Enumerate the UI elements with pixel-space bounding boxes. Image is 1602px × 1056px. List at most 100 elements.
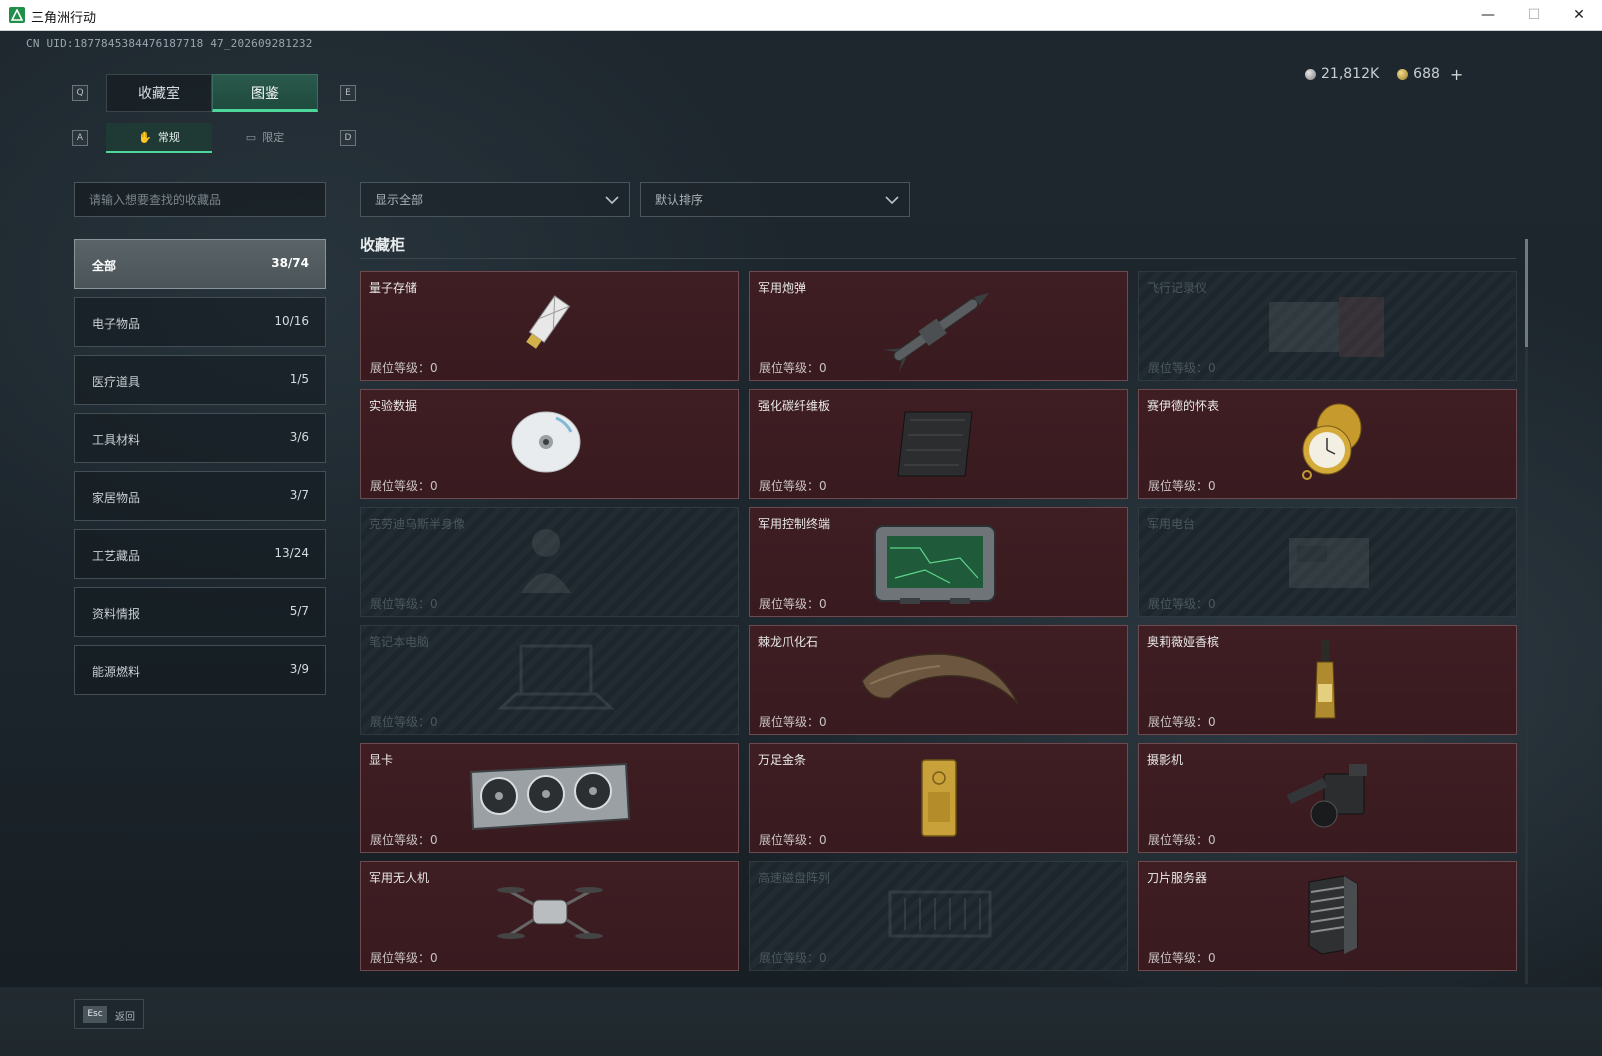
item-level: 展位等级：0 <box>370 597 438 611</box>
filter-dropdown[interactable]: 显示全部 <box>360 182 630 217</box>
item-level: 展位等级：0 <box>370 479 438 493</box>
item-name: 高速磁盘阵列 <box>758 871 831 885</box>
item-level: 展位等级：0 <box>1148 951 1216 965</box>
item-level: 展位等级：0 <box>1148 479 1216 493</box>
item-level: 展位等级：0 <box>370 833 438 847</box>
collection-card[interactable]: 量子存储 展位等级：0 <box>360 271 739 381</box>
footer-bar: Esc 返回 <box>0 987 1602 1056</box>
category-name: 电子物品 <box>92 317 141 331</box>
collection-card[interactable]: 棘龙爪化石 展位等级：0 <box>749 625 1128 735</box>
item-name: 量子存储 <box>369 281 418 295</box>
item-level: 展位等级：0 <box>1148 833 1216 847</box>
tab-collection-room[interactable]: 收藏室 <box>106 74 212 112</box>
category-medical[interactable]: 医疗道具 1/5 <box>74 355 326 405</box>
category-tools[interactable]: 工具材料 3/6 <box>74 413 326 463</box>
silver-coin-icon <box>1305 68 1316 80</box>
chevron-down-icon <box>605 196 619 205</box>
collection-card[interactable]: 克劳迪乌斯半身像 展位等级：0 <box>360 507 739 617</box>
item-name: 实验数据 <box>369 399 418 413</box>
collection-card[interactable]: 军用无人机 展位等级：0 <box>360 861 739 971</box>
category-count: 38/74 <box>271 256 309 270</box>
add-currency-button[interactable]: + <box>1450 65 1463 84</box>
item-name: 强化碳纤维板 <box>758 399 831 413</box>
category-energy[interactable]: 能源燃料 3/9 <box>74 645 326 695</box>
back-label: 返回 <box>115 1012 135 1023</box>
collection-card[interactable]: 显卡 展位等级：0 <box>360 743 739 853</box>
category-count: 3/7 <box>289 488 309 502</box>
collection-card[interactable]: 摄影机 展位等级：0 <box>1138 743 1517 853</box>
gold-currency: 688 <box>1397 66 1440 82</box>
filter-dropdown-value: 显示全部 <box>375 193 424 207</box>
main-tabs: 收藏室 图鉴 <box>106 74 318 112</box>
item-level: 展位等级：0 <box>759 361 827 375</box>
item-level: 展位等级：0 <box>370 715 438 729</box>
category-electronics[interactable]: 电子物品 10/16 <box>74 297 326 347</box>
item-level: 展位等级：0 <box>370 361 438 375</box>
item-level: 展位等级：0 <box>759 715 827 729</box>
item-name: 摄影机 <box>1147 753 1184 767</box>
item-level: 展位等级：0 <box>759 597 827 611</box>
sort-dropdown-value: 默认排序 <box>655 193 704 207</box>
item-name: 显卡 <box>369 753 394 767</box>
collection-card[interactable]: 赛伊德的怀表 展位等级：0 <box>1138 389 1517 499</box>
collection-card[interactable]: 军用控制终端 展位等级：0 <box>749 507 1128 617</box>
user-uid: CN UID:1877845384476187718 47_2026092812… <box>26 37 313 50</box>
back-button[interactable]: Esc 返回 <box>74 999 144 1029</box>
grid-scrollbar[interactable] <box>1525 239 1528 984</box>
collection-card[interactable]: 高速磁盘阵列 展位等级：0 <box>749 861 1128 971</box>
category-sidebar: 全部 38/74 电子物品 10/16 医疗道具 1/5 工具材料 3/6 家居… <box>74 239 326 703</box>
collection-card[interactable]: 笔记本电脑 展位等级：0 <box>360 625 739 735</box>
collection-card[interactable]: 强化碳纤维板 展位等级：0 <box>749 389 1128 499</box>
window-titlebar: 三角洲行动 — ☐ ✕ <box>0 0 1602 31</box>
search-input[interactable] <box>75 183 325 216</box>
window-title: 三角洲行动 <box>31 11 97 26</box>
scrollbar-thumb[interactable] <box>1525 239 1528 347</box>
collection-card[interactable]: 刀片服务器 展位等级：0 <box>1138 861 1517 971</box>
tab-catalog[interactable]: 图鉴 <box>212 74 318 112</box>
item-level: 展位等级：0 <box>1148 715 1216 729</box>
tab-prev-key-hint: Q <box>72 85 88 101</box>
tab-limited[interactable]: ▭ 限定 <box>212 123 318 153</box>
item-level: 展位等级：0 <box>1148 361 1216 375</box>
item-level: 展位等级：0 <box>759 479 827 493</box>
collection-card[interactable]: 飞行记录仪 展位等级：0 <box>1138 271 1517 381</box>
collection-card[interactable]: 军用炮弹 展位等级：0 <box>749 271 1128 381</box>
category-name: 能源燃料 <box>92 665 141 679</box>
category-name: 工具材料 <box>92 433 141 447</box>
silver-currency: 21,812K <box>1305 66 1379 82</box>
collection-card[interactable]: 奥莉薇娅香槟 展位等级：0 <box>1138 625 1517 735</box>
category-count: 5/7 <box>289 604 309 618</box>
category-count: 13/24 <box>274 546 309 560</box>
collection-card[interactable]: 军用电台 展位等级：0 <box>1138 507 1517 617</box>
category-name: 医疗道具 <box>92 375 141 389</box>
item-name: 飞行记录仪 <box>1147 281 1208 295</box>
maximize-button[interactable]: ☐ <box>1511 0 1557 31</box>
category-household[interactable]: 家居物品 3/7 <box>74 471 326 521</box>
category-crafts[interactable]: 工艺藏品 13/24 <box>74 529 326 579</box>
sort-dropdown[interactable]: 默认排序 <box>640 182 910 217</box>
close-button[interactable]: ✕ <box>1556 0 1602 31</box>
subtab-next-key-hint: D <box>340 130 356 146</box>
tab-limited-label: 限定 <box>262 131 285 144</box>
esc-key-hint: Esc <box>83 1006 107 1023</box>
category-all[interactable]: 全部 38/74 <box>74 239 326 289</box>
item-name: 奥莉薇娅香槟 <box>1147 635 1220 649</box>
app-logo-icon <box>9 7 25 23</box>
category-count: 3/9 <box>289 662 309 676</box>
collection-card[interactable]: 实验数据 展位等级：0 <box>360 389 739 499</box>
game-screen: CN UID:1877845384476187718 47_2026092812… <box>0 31 1602 1056</box>
item-level: 展位等级：0 <box>759 951 827 965</box>
collection-grid: 量子存储 展位等级：0 军用炮弹 展位等级：0 飞行记录仪 展位等级：0 实验数… <box>360 271 1520 981</box>
category-intel[interactable]: 资料情报 5/7 <box>74 587 326 637</box>
collection-card[interactable]: 万足金条 展位等级：0 <box>749 743 1128 853</box>
tab-regular[interactable]: ✋ 常规 <box>106 123 212 153</box>
subtab-prev-key-hint: A <box>72 130 88 146</box>
category-count: 10/16 <box>274 314 309 328</box>
category-name: 全部 <box>92 259 117 273</box>
sub-tabs: ✋ 常规 ▭ 限定 <box>106 123 318 153</box>
tab-next-key-hint: E <box>340 85 356 101</box>
item-level: 展位等级：0 <box>370 951 438 965</box>
item-name: 军用控制终端 <box>758 517 831 531</box>
category-name: 家居物品 <box>92 491 141 505</box>
minimize-button[interactable]: — <box>1465 0 1511 31</box>
